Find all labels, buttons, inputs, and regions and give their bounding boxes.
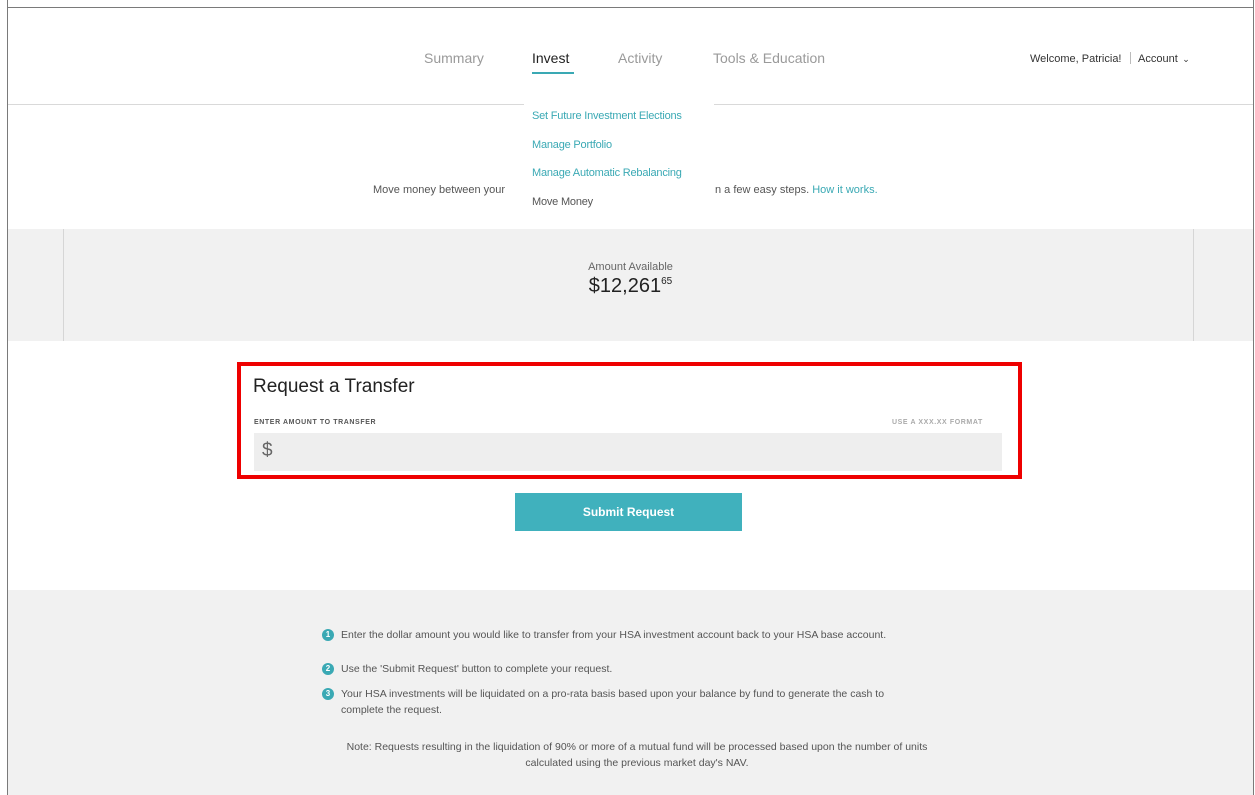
nav-active-indicator xyxy=(532,72,574,74)
step-number-badge: 1 xyxy=(322,629,334,641)
account-menu[interactable]: Account ⌄ xyxy=(1138,53,1190,65)
main-nav: Summary Invest Activity Tools & Educatio… xyxy=(8,48,1253,82)
welcome-message: Welcome, Patricia! xyxy=(1030,53,1122,65)
chevron-down-icon: ⌄ xyxy=(1179,54,1190,64)
invest-dropdown-menu: Set Future Investment Elections Manage P… xyxy=(524,104,714,219)
browser-frame: Summary Invest Activity Tools & Educatio… xyxy=(0,0,1255,795)
intro-text-right: n a few easy steps. How it works. xyxy=(715,184,878,196)
how-it-works-link[interactable]: How it works. xyxy=(812,184,877,196)
menu-item-manage-portfolio[interactable]: Manage Portfolio xyxy=(532,139,612,151)
nav-summary[interactable]: Summary xyxy=(424,50,484,66)
instructions-panel: 1 Enter the dollar amount you would like… xyxy=(8,590,1253,795)
amount-available-panel: Amount Available $12,26165 xyxy=(8,229,1253,341)
amount-format-hint: USE A XXX.XX FORMAT xyxy=(892,419,983,426)
step-text: Enter the dollar amount you would like t… xyxy=(341,629,887,641)
nav-separator xyxy=(1130,52,1131,64)
intro-text-left: Move money between your xyxy=(373,184,506,196)
step-text: Use the 'Submit Request' button to compl… xyxy=(341,663,613,675)
menu-item-move-money[interactable]: Move Money xyxy=(532,196,593,208)
transfer-title: Request a Transfer xyxy=(253,376,415,397)
submit-request-button[interactable]: Submit Request xyxy=(515,493,742,531)
step-number-badge: 3 xyxy=(322,688,334,700)
frame-border-right xyxy=(1253,0,1254,795)
amount-cents: 65 xyxy=(661,276,673,287)
account-label: Account xyxy=(1138,53,1178,65)
top-header: Summary Invest Activity Tools & Educatio… xyxy=(8,8,1253,105)
nav-tools-education[interactable]: Tools & Education xyxy=(713,50,825,66)
amount-input-container[interactable]: $ xyxy=(254,433,1002,471)
step-text: Your HSA investments will be liquidated … xyxy=(341,688,885,716)
amount-dollars: $12,261 xyxy=(588,275,662,297)
menu-item-set-future-investment-elections[interactable]: Set Future Investment Elections xyxy=(532,110,682,122)
liquidation-note: Note: Requests resulting in the liquidat… xyxy=(346,741,928,769)
step-number-badge: 2 xyxy=(322,663,334,675)
nav-activity[interactable]: Activity xyxy=(618,50,662,66)
amount-available-label: Amount Available xyxy=(588,261,673,273)
nav-invest[interactable]: Invest xyxy=(532,50,569,66)
amount-available-value: $12,26165 xyxy=(8,275,1253,298)
intro-text-right-body: n a few easy steps. xyxy=(715,184,810,196)
amount-field-label: ENTER AMOUNT TO TRANSFER xyxy=(254,419,377,426)
menu-item-manage-automatic-rebalancing[interactable]: Manage Automatic Rebalancing xyxy=(532,167,682,179)
transfer-amount-input[interactable] xyxy=(280,433,1000,471)
currency-symbol: $ xyxy=(262,440,273,461)
